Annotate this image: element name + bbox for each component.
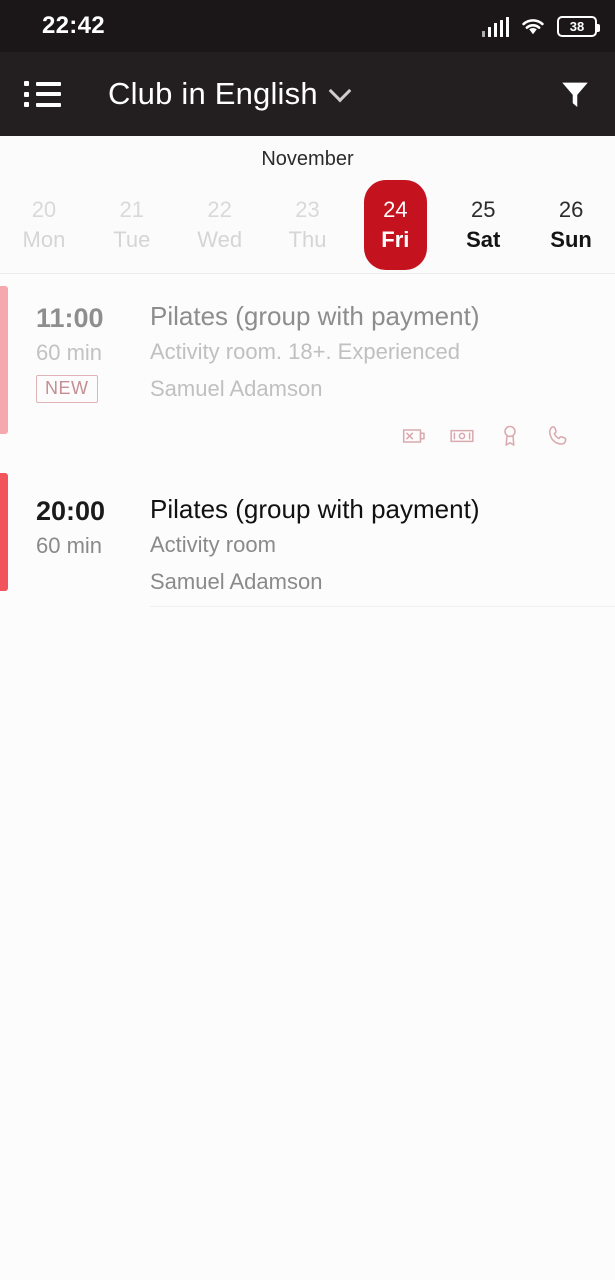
- event-list: 11:00 60 min NEW Pilates (group with paymen…: [0, 274, 615, 607]
- day-weekday: Sun: [550, 227, 592, 252]
- day-cell-fri[interactable]: 24 Fri: [351, 180, 439, 270]
- day-weekday: Mon: [22, 227, 66, 252]
- event-icon-row: [150, 421, 599, 451]
- wifi-icon: [522, 18, 544, 34]
- event-title: Pilates (group with payment): [150, 301, 480, 331]
- event-card[interactable]: 20:00 60 min Pilates (group with payment) A…: [0, 461, 615, 606]
- day-cell-sun[interactable]: 26 Sun: [527, 180, 615, 270]
- chevron-down-icon: [328, 79, 352, 102]
- day-cell-sat[interactable]: 25 Sat: [439, 180, 527, 270]
- event-location: Activity room: [150, 532, 276, 558]
- day-list: 20 Mon 21 Tue 22 Wed 23 Thu 24 Fri 25 Sat 26 Sun: [0, 177, 615, 273]
- app-screen: 22:42 38 Club in English November 20 Mon…: [0, 0, 615, 1280]
- status-bar: 22:42 38: [0, 0, 615, 52]
- day-weekday: Fri: [381, 227, 410, 252]
- cash-banknote-icon[interactable]: [447, 421, 477, 451]
- event-start-time: 20:00: [36, 495, 106, 526]
- day-number: 21: [119, 197, 145, 223]
- phone-handset-icon[interactable]: [543, 421, 573, 451]
- event-coach: Samuel Adamson: [150, 568, 323, 594]
- event-title: Pilates (group with payment): [150, 493, 480, 524]
- day-number: 22: [207, 197, 232, 223]
- day-number: 26: [558, 197, 584, 223]
- filter-funnel-icon[interactable]: [555, 74, 595, 114]
- club-selector[interactable]: Club in English: [108, 76, 352, 112]
- status-icons: 38: [481, 15, 600, 37]
- event-duration: 60 min: [36, 533, 103, 559]
- page-title: Club in English: [108, 76, 318, 111]
- event-duration: 60 min: [36, 340, 103, 366]
- day-number: 20: [31, 197, 57, 223]
- day-cell-tue[interactable]: 21 Tue: [88, 180, 176, 270]
- battery-level: 38: [569, 18, 585, 34]
- list-divider: [150, 605, 615, 607]
- event-card[interactable]: 11:00 60 min NEW Pilates (group with paymen…: [0, 274, 615, 461]
- award-medal-icon[interactable]: [495, 421, 525, 451]
- day-weekday: Sat: [466, 227, 501, 252]
- day-weekday: Wed: [197, 227, 243, 252]
- day-number: 24: [383, 197, 408, 223]
- day-weekday: Tue: [113, 227, 151, 252]
- day-weekday: Thu: [288, 227, 327, 252]
- day-number: 23: [295, 197, 320, 223]
- day-cell-mon[interactable]: 20 Mon: [0, 180, 88, 270]
- list-menu-icon[interactable]: [24, 79, 64, 109]
- date-strip: November 20 Mon 21 Tue 22 Wed 23 Thu 24 Fri 25 Sat 2…: [0, 136, 615, 274]
- app-bar: Club in English: [0, 52, 615, 136]
- event-time-column: 11:00 60 min NEW: [0, 296, 150, 451]
- signal-bars-icon: [481, 16, 509, 37]
- status-clock: 22:42: [42, 12, 105, 39]
- card-payment-disabled-icon[interactable]: [399, 421, 429, 451]
- event-coach: Samuel Adamson: [150, 375, 323, 401]
- event-location: Activity room. 18+. Experienced: [150, 339, 460, 365]
- battery-icon: 38: [557, 15, 600, 37]
- day-number: 25: [470, 197, 496, 223]
- event-details: Pilates (group with payment) Activity roo…: [150, 296, 615, 451]
- event-accent-bar: [0, 472, 8, 591]
- event-details: Pilates (group with payment) Activity roo…: [150, 489, 615, 600]
- event-time-column: 20:00 60 min: [0, 489, 150, 600]
- day-cell-thu[interactable]: 23 Thu: [264, 180, 352, 270]
- event-start-time: 11:00: [36, 303, 104, 333]
- day-cell-wed[interactable]: 22 Wed: [176, 180, 264, 270]
- new-badge: NEW: [36, 375, 98, 404]
- month-label: November: [261, 148, 354, 170]
- event-accent-bar: [0, 286, 8, 434]
